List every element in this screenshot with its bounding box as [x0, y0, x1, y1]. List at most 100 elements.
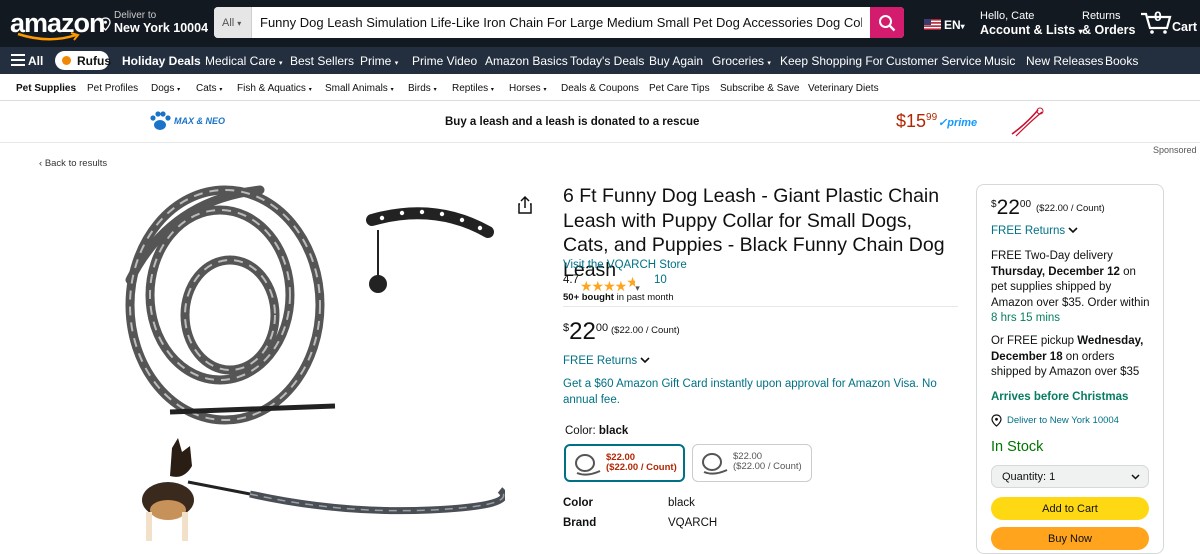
category-item-pet-supplies[interactable]: Pet Supplies: [16, 83, 76, 94]
product-image[interactable]: [110, 180, 505, 541]
spec-label: Color: [563, 497, 594, 509]
spec-value: VQARCH: [668, 517, 718, 529]
subnav-item-prime[interactable]: Prime ▾: [360, 54, 398, 68]
add-to-cart-button[interactable]: Add to Cart: [991, 497, 1149, 520]
subnav-item-medical-care[interactable]: Medical Care ▾: [205, 54, 283, 68]
category-item-veterinary-diets[interactable]: Veterinary Diets: [808, 83, 879, 94]
gift-card-offer[interactable]: Get a $60 Amazon Gift Card instantly upo…: [563, 377, 963, 408]
rufus-icon: [62, 56, 71, 65]
subnav-item-new-releases[interactable]: New Releases: [1026, 54, 1103, 68]
price-per-count: ($22.00 / Count): [611, 325, 680, 336]
category-item-small-animals[interactable]: Small Animals ▾: [325, 83, 394, 94]
buybox-price: $2200: [991, 196, 1031, 220]
category-item-dogs[interactable]: Dogs ▾: [151, 83, 180, 94]
bought-bold: 50+ bought: [563, 292, 614, 303]
chevron-down-icon: [1131, 474, 1140, 480]
all-menu[interactable]: All: [28, 54, 43, 68]
category-item-label: Birds: [408, 83, 431, 94]
product-price: $2200: [563, 318, 608, 346]
subnav-item-amazon-basics[interactable]: Amazon Basics: [485, 54, 568, 68]
buybox-price-per: ($22.00 / Count): [1036, 203, 1105, 214]
rufus-button[interactable]: Rufus: [55, 51, 111, 70]
subnav-item-prime-video[interactable]: Prime Video: [412, 54, 477, 68]
quantity-select[interactable]: Quantity: 1: [991, 465, 1149, 488]
category-item-pet-profiles[interactable]: Pet Profiles: [87, 83, 138, 94]
subnav-item-customer-service[interactable]: Customer Service: [886, 54, 981, 68]
swatch-per: ($22.00 / Count): [606, 462, 677, 473]
swatch-thumbnail: [702, 453, 728, 475]
search-button[interactable]: [870, 7, 904, 38]
price-whole: 22: [569, 318, 596, 345]
category-item-label: Cats: [196, 83, 217, 94]
search-input[interactable]: [252, 7, 870, 38]
share-icon[interactable]: [517, 195, 533, 215]
divider: [563, 306, 958, 307]
color-swatch[interactable]: $22.00 ($22.00 / Count): [692, 444, 812, 482]
category-item-label: Reptiles: [452, 83, 489, 94]
account-label: Account & Lists: [980, 23, 1076, 37]
chevron-down-icon: [640, 357, 650, 364]
category-item-horses[interactable]: Horses ▾: [509, 83, 546, 94]
category-item-pet-care-tips[interactable]: Pet Care Tips: [649, 83, 710, 94]
subnav-item-groceries[interactable]: Groceries ▾: [712, 54, 771, 68]
price-symbol: $: [991, 199, 997, 210]
banner-price-cents: 99: [926, 112, 938, 123]
search-icon: [879, 14, 896, 31]
language-selector[interactable]: EN▾: [944, 18, 965, 32]
buy-now-button[interactable]: Buy Now: [991, 527, 1149, 550]
color-swatch-selected[interactable]: $22.00 ($22.00 / Count): [564, 444, 685, 482]
subnav-item-todays-deals[interactable]: Today's Deals: [570, 54, 644, 68]
banner-price-whole: $15: [896, 111, 927, 131]
sponsored-banner[interactable]: MAX & NEO Buy a leash and a leash is don…: [0, 101, 1200, 143]
deliver-to[interactable]: Deliver to New York 10004: [114, 10, 208, 35]
free-returns-label: FREE Returns: [991, 225, 1066, 237]
banner-brand: MAX & NEO: [174, 116, 226, 126]
buybox-free-returns[interactable]: FREE Returns: [991, 225, 1078, 237]
top-nav: amazon Deliver to New York 10004 All ▾ E…: [0, 0, 1200, 47]
us-flag-icon: [924, 19, 941, 30]
location-pin-icon: [100, 17, 111, 31]
category-item-fish[interactable]: Fish & Aquatics ▾: [237, 83, 312, 94]
rating-count[interactable]: 10: [654, 274, 667, 286]
color-label: Color: black: [565, 425, 628, 437]
store-link[interactable]: Visit the VQARCH Store: [563, 259, 687, 271]
swatch-thumbnail: [575, 454, 601, 476]
chevron-down-icon: [1068, 227, 1078, 234]
category-item-subscribe-save[interactable]: Subscribe & Save: [720, 83, 800, 94]
bought-count: 50+ bought in past month: [563, 292, 674, 303]
category-item-cats[interactable]: Cats ▾: [196, 83, 222, 94]
amazon-logo[interactable]: amazon: [10, 6, 106, 42]
leash-image: [1011, 107, 1044, 137]
paw-icon: [150, 111, 171, 130]
category-item-birds[interactable]: Birds ▾: [408, 83, 437, 94]
account-lists[interactable]: Hello, Cate Account & Lists ▾: [980, 10, 1083, 37]
swatch-per: ($22.00 / Count): [733, 461, 802, 472]
category-item-reptiles[interactable]: Reptiles ▾: [452, 83, 494, 94]
free-returns-link[interactable]: FREE Returns: [563, 355, 650, 367]
category-item-deals[interactable]: Deals & Coupons: [561, 83, 639, 94]
buybox-deliver-to[interactable]: Deliver to New York 10004: [1007, 415, 1119, 426]
prime-logo: ✓prime: [938, 117, 978, 129]
banner-message: Buy a leash and a leash is donated to a …: [445, 116, 700, 128]
sponsored-label: Sponsored: [1153, 145, 1197, 155]
subnav-item-best-sellers[interactable]: Best Sellers: [290, 54, 354, 68]
search-category-select[interactable]: All ▾: [214, 7, 252, 38]
rufus-label: Rufus: [77, 54, 111, 68]
subnav-item-label: Prime: [360, 54, 392, 68]
subnav-item-music[interactable]: Music: [984, 54, 1015, 68]
back-to-results[interactable]: ‹ Back to results: [39, 158, 107, 169]
rating-value: 4.7: [563, 274, 579, 286]
prime-label: prime: [947, 117, 978, 129]
subnav-item-buy-again[interactable]: Buy Again: [649, 54, 703, 68]
deliver-to-label: Deliver to: [114, 10, 157, 21]
returns-orders[interactable]: Returns & Orders: [1082, 10, 1136, 37]
subnav-item-books[interactable]: Books: [1105, 54, 1138, 68]
cart-label[interactable]: Cart: [1172, 20, 1197, 34]
subnav-item-holiday-deals[interactable]: Holiday Deals: [122, 54, 201, 68]
category-item-label: Small Animals: [325, 83, 388, 94]
hamburger-icon[interactable]: [11, 54, 25, 66]
subnav-item-label: Groceries: [712, 54, 765, 68]
subnav-item-keep-shopping[interactable]: Keep Shopping For: [780, 54, 883, 68]
bought-rest: in past month: [613, 292, 674, 303]
deliver-to-location: New York 10004: [114, 21, 209, 35]
